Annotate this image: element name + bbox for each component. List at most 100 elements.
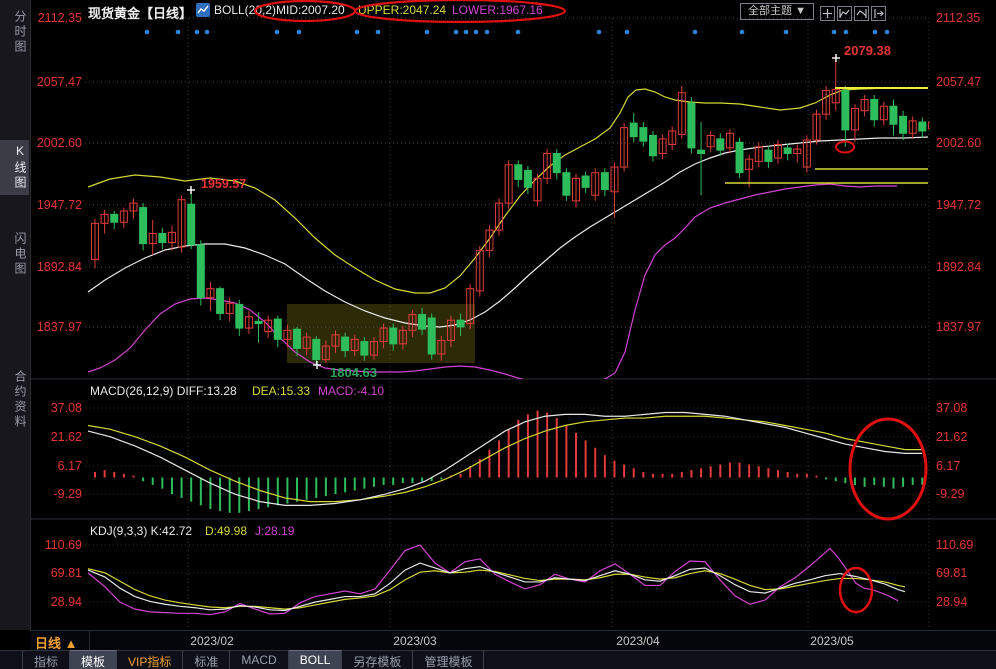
candlestick[interactable] [783,143,792,161]
candlestick[interactable] [119,207,128,228]
candlestick[interactable] [379,323,388,349]
sidebar-item-1[interactable]: K线图 [0,140,29,195]
sidebar-item-3[interactable]: 合约资料 [0,366,29,434]
candlestick[interactable] [475,245,484,297]
candlestick[interactable] [427,313,436,360]
candlestick[interactable] [831,55,840,111]
chart-canvas[interactable]: 1959.572079.381804.632112.35 2112.352057.… [0,0,996,669]
candlestick[interactable] [446,315,455,348]
candlestick[interactable] [225,297,234,322]
candlestick[interactable] [706,131,715,153]
candlestick[interactable] [398,325,407,350]
candlestick[interactable] [91,218,99,269]
layout-grid-icon[interactable] [820,6,835,21]
bottom-tab-7[interactable]: 管理模板 [413,651,485,669]
candlestick[interactable] [139,203,148,251]
bottom-tab-3[interactable]: 标准 [183,651,231,669]
candlestick[interactable] [514,160,523,188]
candlestick[interactable] [360,337,369,361]
candlestick[interactable] [850,103,859,143]
candlestick[interactable] [629,112,638,143]
candlestick[interactable] [206,281,215,312]
candlestick[interactable] [129,198,138,219]
candlestick[interactable] [677,85,686,139]
candlestick[interactable] [341,332,350,358]
candlestick[interactable] [264,315,273,339]
candlestick[interactable] [533,173,542,207]
candlestick[interactable] [312,335,321,365]
candlestick[interactable] [235,299,244,336]
candlestick[interactable] [697,121,706,196]
candlestick[interactable] [562,168,571,201]
candlestick[interactable] [369,337,378,360]
candlestick[interactable] [244,311,253,334]
candlestick[interactable] [620,123,629,172]
candlestick[interactable] [456,313,465,336]
candlestick[interactable] [639,121,648,147]
candlestick[interactable] [350,334,359,357]
candlestick[interactable] [610,162,619,218]
theme-dropdown[interactable]: 全部主题 ▼ [740,3,814,20]
candlestick[interactable] [466,284,475,330]
candlestick[interactable] [543,149,552,184]
candlestick[interactable] [918,117,927,138]
candlestick[interactable] [187,190,196,250]
candlestick[interactable] [735,137,744,179]
bottom-tab-1[interactable]: 模板 [70,650,118,669]
candlestick[interactable] [889,99,898,136]
candlestick[interactable] [216,286,225,321]
candlestick[interactable] [793,144,802,163]
candlestick[interactable] [879,101,888,126]
candlestick[interactable] [841,85,850,147]
candlestick[interactable] [802,135,811,173]
candlestick[interactable] [100,209,109,234]
candlestick[interactable] [167,225,176,251]
candlestick[interactable] [754,142,763,168]
candlestick[interactable] [899,110,908,141]
candlestick[interactable] [860,94,869,117]
candlestick[interactable] [687,97,696,154]
candlestick[interactable] [870,94,879,127]
candlestick[interactable] [552,149,561,180]
candlestick[interactable] [658,134,667,160]
candlestick[interactable] [822,85,831,120]
candlestick[interactable] [148,219,157,255]
sidebar-item-2[interactable]: 闪电图 [0,228,29,281]
line-chart-icon[interactable] [196,3,210,17]
candlestick[interactable] [812,109,821,145]
candlestick[interactable] [591,168,600,201]
zoom-chart-left-icon[interactable] [837,6,852,21]
candlestick[interactable] [600,168,609,197]
candlestick[interactable] [495,198,504,236]
candlestick[interactable] [408,310,417,338]
candlestick[interactable] [523,165,532,195]
candlestick[interactable] [254,312,263,343]
candlestick[interactable] [572,173,580,208]
candlestick[interactable] [927,117,935,135]
candlestick[interactable] [774,140,783,164]
candlestick[interactable] [302,332,311,356]
candlestick[interactable] [764,145,773,169]
bottom-tab-4[interactable]: MACD [230,651,289,669]
candlestick[interactable] [331,330,340,353]
candlestick[interactable] [158,227,167,250]
candlestick[interactable] [581,171,590,193]
candlestick[interactable] [648,131,657,162]
bottom-tab-5[interactable]: BOLL [288,650,343,669]
pane-export-icon[interactable] [871,6,886,21]
candlestick[interactable] [745,154,754,188]
bottom-tab-0[interactable]: 指标 [22,651,71,669]
bottom-tab-6[interactable]: 另存模板 [342,651,414,669]
candlestick[interactable] [418,307,427,335]
candlestick[interactable] [389,323,398,351]
candlestick[interactable] [908,116,917,139]
candlestick[interactable] [177,195,186,253]
candlestick[interactable] [196,240,205,306]
candlestick[interactable] [437,335,446,361]
candlestick[interactable] [725,128,734,154]
candlestick[interactable] [668,126,677,151]
candlestick[interactable] [716,133,725,156]
candlestick[interactable] [273,315,282,348]
candlestick[interactable] [283,324,292,348]
candlestick[interactable] [485,225,494,258]
